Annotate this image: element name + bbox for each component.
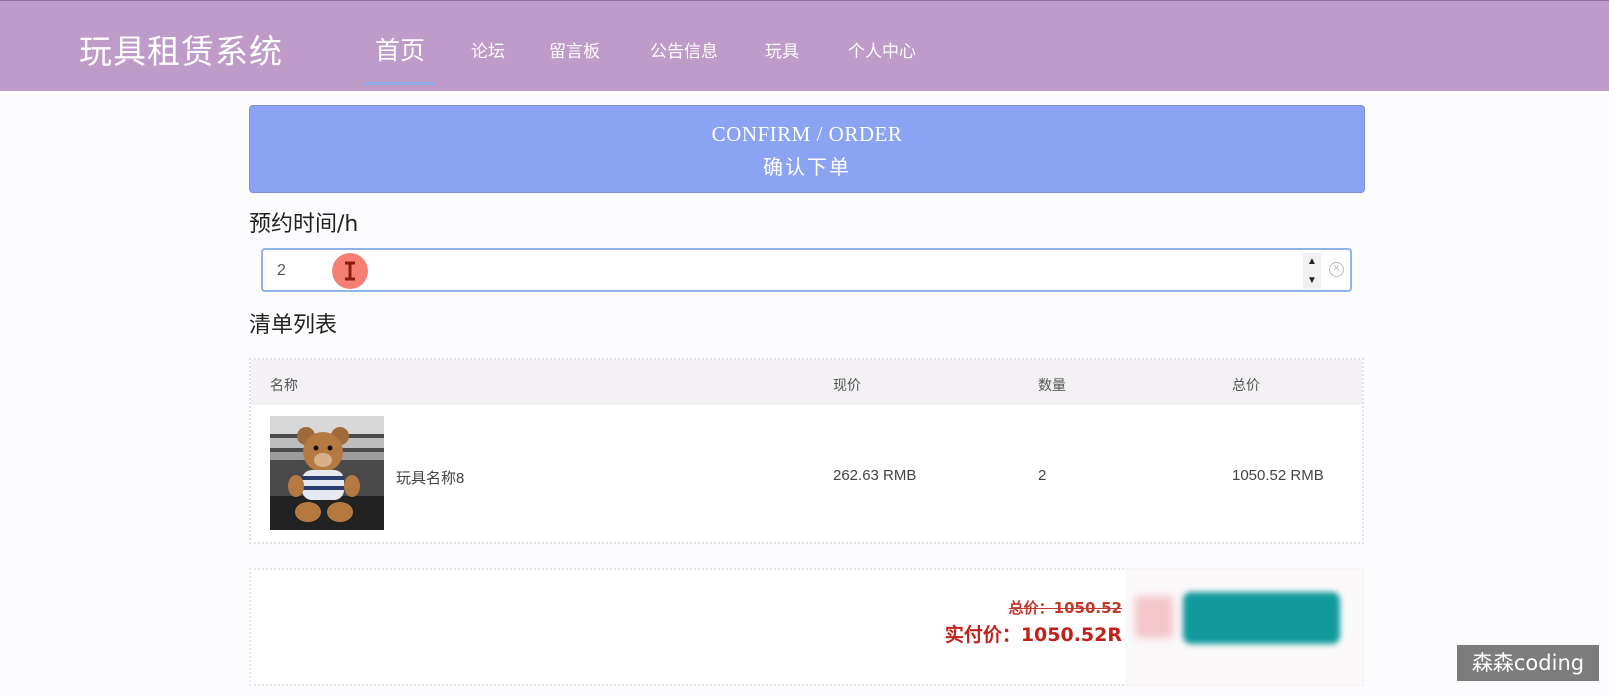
confirm-order-banner: CONFIRM / ORDER 确认下单 (249, 105, 1365, 193)
nav-home[interactable]: 首页 (375, 31, 425, 67)
number-stepper[interactable]: ▲ ▼ (1303, 253, 1321, 289)
clear-icon[interactable]: ✕ (1329, 262, 1344, 277)
reservation-time-input[interactable] (277, 260, 1257, 282)
header-quantity: 数量 (1038, 377, 1066, 393)
submit-order-button[interactable] (1183, 592, 1340, 644)
table-header: 名称 现价 数量 总价 (251, 360, 1362, 405)
quantity: 2 (1038, 467, 1047, 484)
nav-forum[interactable]: 论坛 (471, 37, 505, 62)
step-down-icon[interactable]: ▼ (1307, 272, 1317, 289)
text-cursor-icon (332, 253, 368, 289)
toy-name[interactable]: 玩具名称8 (396, 467, 464, 488)
nav-toys[interactable]: 玩具 (765, 37, 799, 62)
reservation-time-label: 预约时间/h (249, 212, 359, 237)
header-total: 总价 (1232, 377, 1260, 393)
header-name: 名称 (270, 377, 298, 393)
nav-personal-center[interactable]: 个人中心 (848, 37, 916, 62)
row-total: 1050.52 RMB (1232, 467, 1324, 484)
order-list-table: 名称 现价 数量 总价 玩具名称8 262.63 RMB 2 1050.52 R… (249, 358, 1364, 544)
nav-active-indicator (364, 82, 436, 85)
toy-image (270, 416, 384, 530)
unit-price: 262.63 RMB (833, 467, 917, 484)
banner-title-cn: 确认下单 (763, 155, 851, 179)
watermark: 森森coding (1457, 645, 1599, 681)
site-title: 玩具租赁系统 (79, 32, 283, 71)
nav-announcements[interactable]: 公告信息 (650, 37, 718, 62)
original-total-price: 总价：1050.52 (1008, 599, 1122, 617)
header-price: 现价 (833, 377, 861, 393)
banner-title-en: CONFIRM / ORDER (711, 122, 903, 146)
step-up-icon[interactable]: ▲ (1307, 253, 1317, 270)
top-nav-bar: 玩具租赁系统 首页 论坛 留言板 公告信息 玩具 个人中心 (0, 0, 1609, 91)
nav-message-board[interactable]: 留言板 (549, 37, 600, 62)
blurred-element (1135, 596, 1173, 638)
actual-pay-price: 实付价：1050.52R (944, 624, 1122, 646)
order-list-label: 清单列表 (249, 313, 338, 338)
reservation-time-field[interactable]: ▲ ▼ ✕ (261, 248, 1352, 292)
